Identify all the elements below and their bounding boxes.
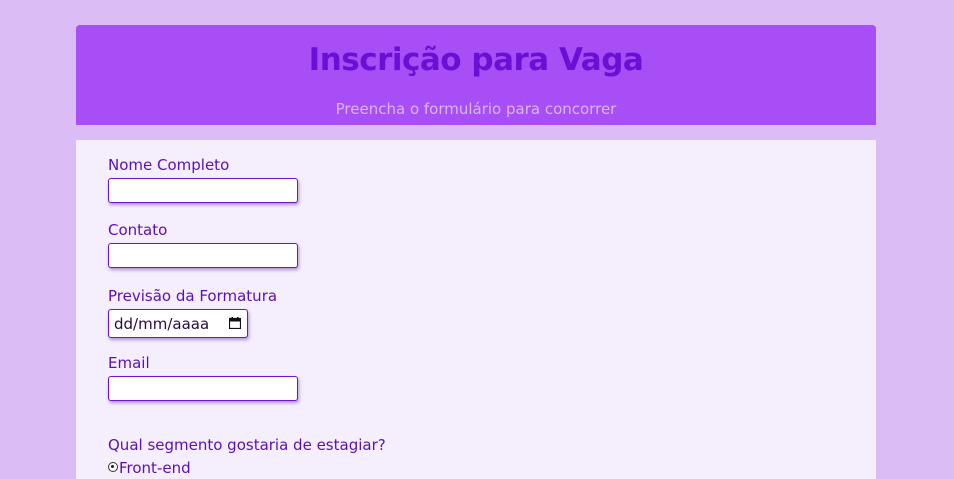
page-title: Inscrição para Vaga	[308, 42, 644, 78]
radio-checked-icon[interactable]	[108, 462, 118, 472]
email-label: Email	[108, 354, 150, 372]
segment-option-front-end[interactable]: Front-end	[108, 458, 191, 478]
segment-option-label: Front-end	[119, 459, 191, 477]
contact-input[interactable]	[108, 243, 298, 268]
full-name-label: Nome Completo	[108, 156, 230, 174]
segment-question: Qual segmento gostaria de estagiar?	[108, 436, 386, 454]
full-name-input[interactable]	[108, 178, 298, 203]
calendar-icon[interactable]	[229, 317, 241, 329]
contact-label: Contato	[108, 221, 168, 239]
graduation-date-input[interactable]: dd/mm/aaaa	[108, 309, 248, 338]
page-subtitle: Preencha o formulário para concorrer	[335, 100, 617, 118]
graduation-label: Previsão da Formatura	[108, 287, 278, 305]
application-form: Nome Completo Contato Previsão da Format…	[76, 140, 876, 479]
form-header: Inscrição para Vaga Preencha o formulári…	[76, 25, 876, 125]
email-input[interactable]	[108, 376, 298, 401]
date-placeholder: dd/mm/aaaa	[114, 315, 210, 333]
